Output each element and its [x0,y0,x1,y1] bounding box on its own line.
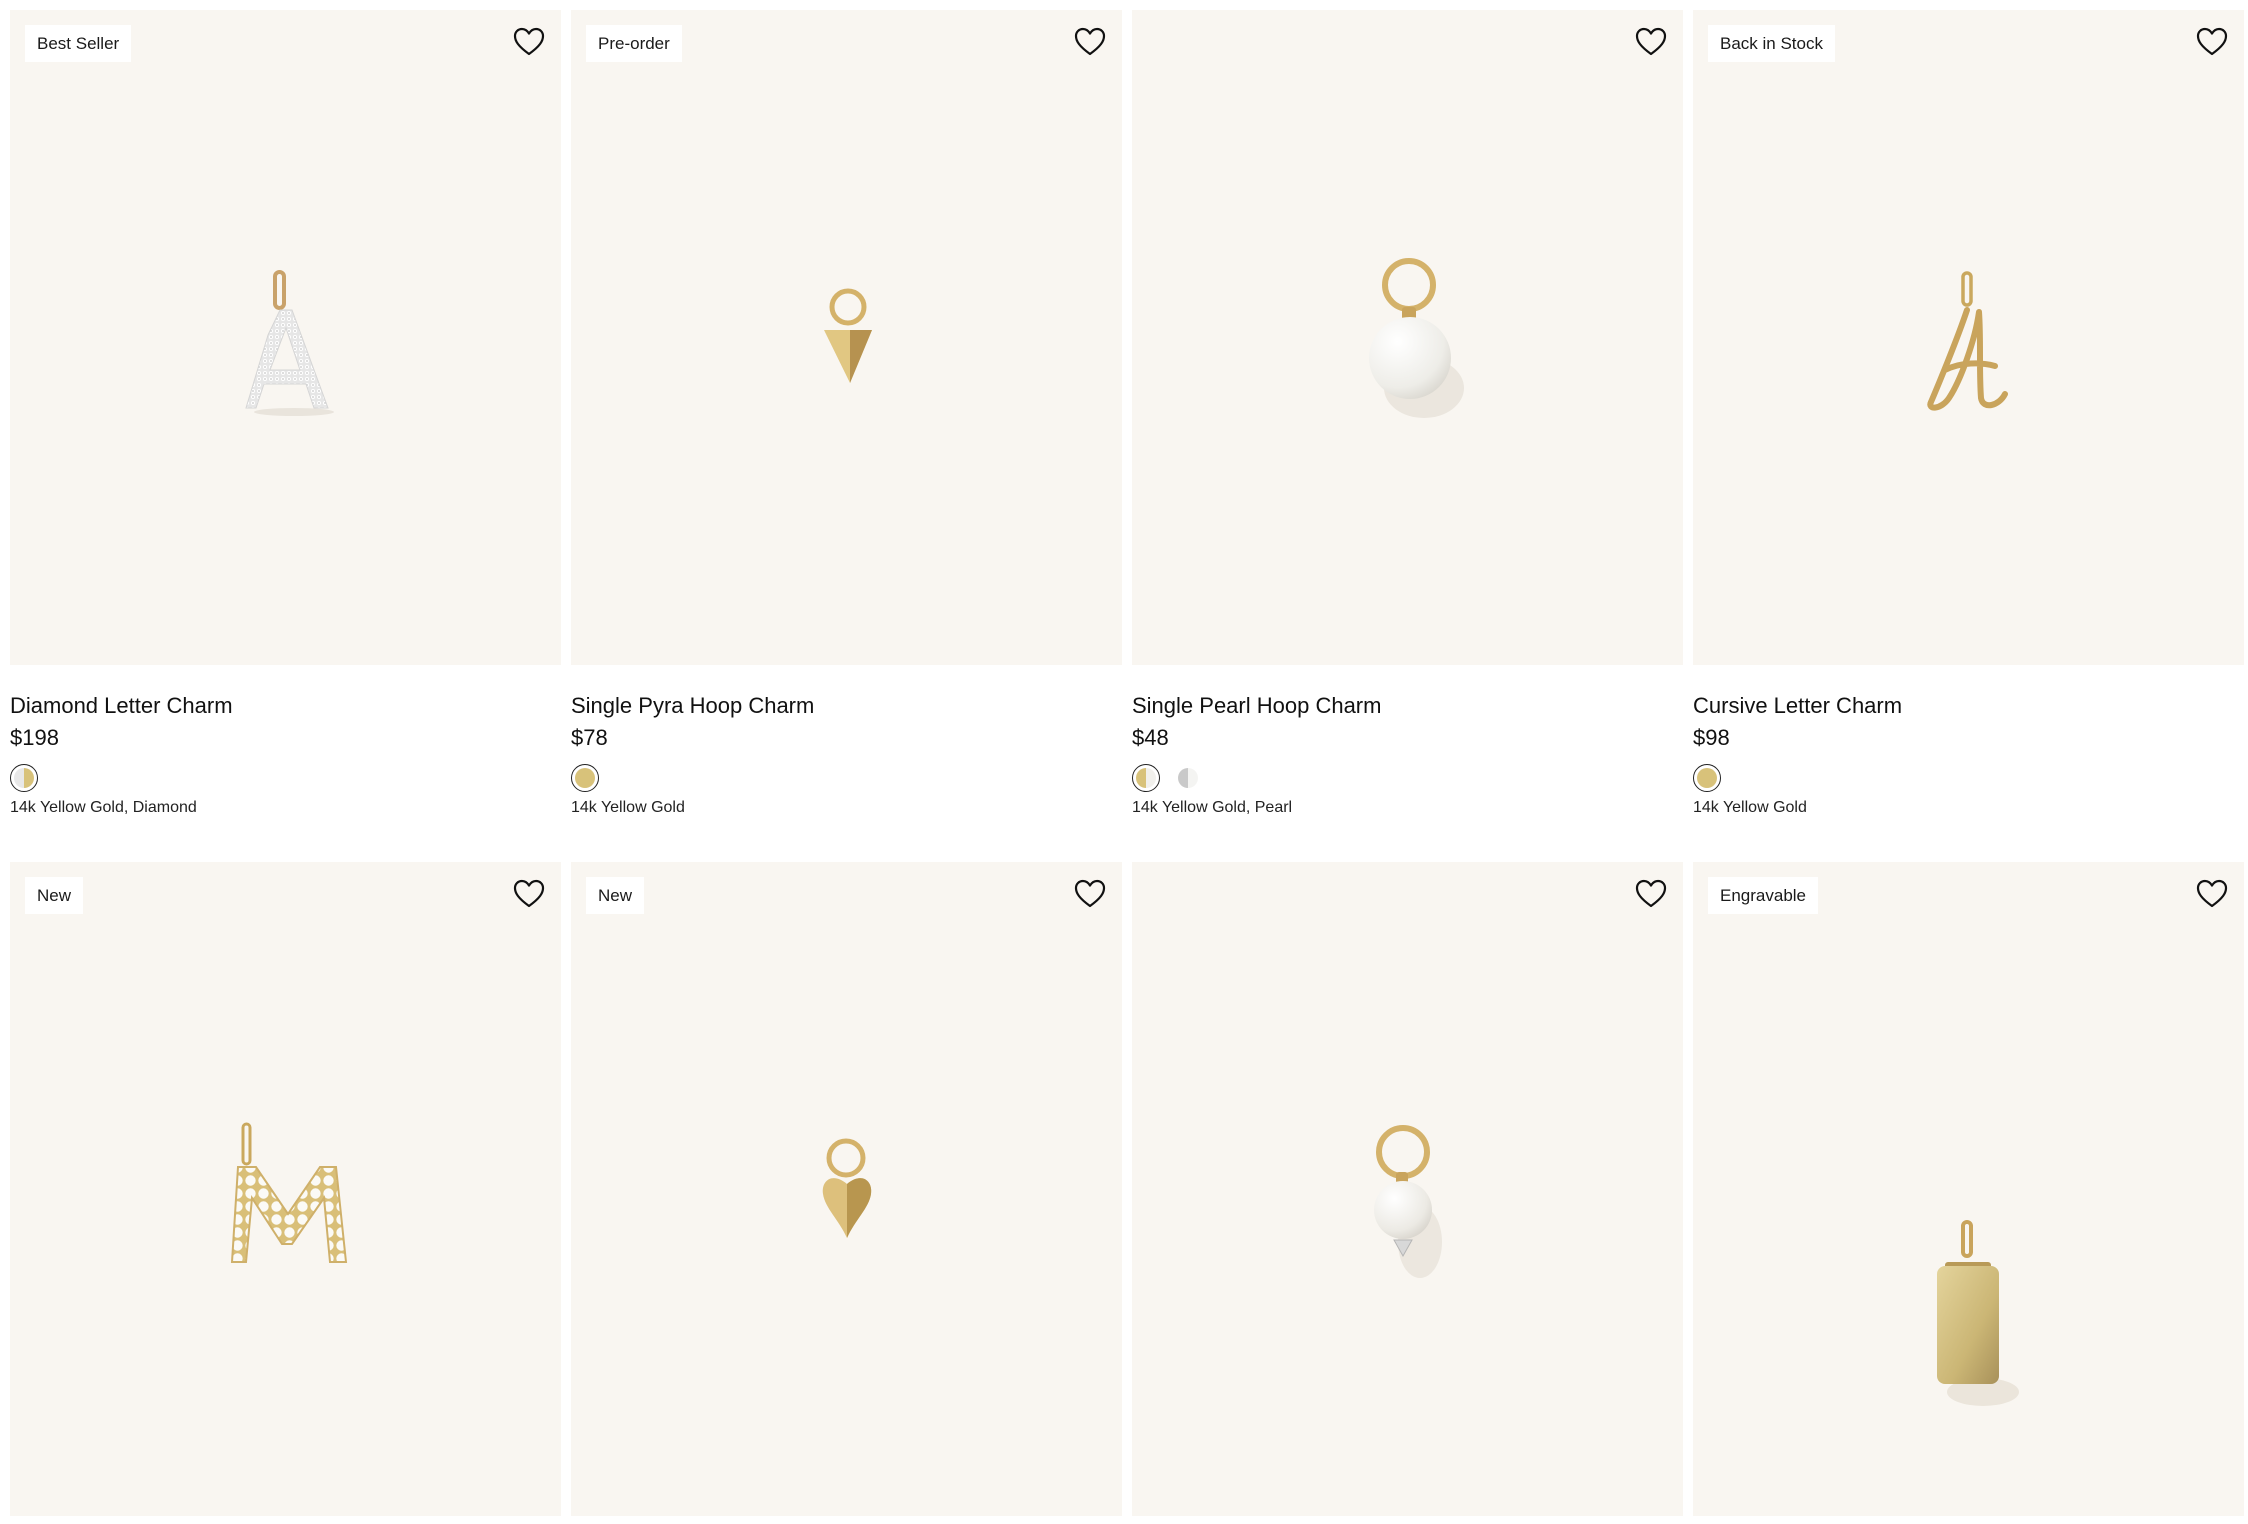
product-card[interactable]: New [10,862,561,1516]
swatch-group [1693,764,2244,792]
swatch-group [571,764,1122,792]
product-card[interactable]: New [571,862,1122,1516]
product-card[interactable]: Engravable [1693,862,2244,1516]
product-name[interactable]: Single Pyra Hoop Charm [571,692,1122,720]
product-name[interactable]: Single Pearl Hoop Charm [1132,692,1683,720]
color-swatch-gold-pearl[interactable] [1132,764,1160,792]
diamond-letter-a-charm [245,270,334,416]
product-material: 14k Yellow Gold, Pearl [1132,799,1293,816]
product-card[interactable]: Pre-order Single Pyra Hoop Charm $78 14k… [571,10,1122,818]
product-grid-row-2: New New Engravable [10,862,2244,1516]
product-material: 14k Yellow Gold, Diamond [10,799,197,816]
color-swatch-gold-diamond[interactable] [10,764,38,792]
product-name[interactable]: Cursive Letter Charm [1693,692,2244,720]
color-swatch-gold[interactable] [571,764,599,792]
product-card[interactable]: Back in Stock Cursive Letter Charm $98 1… [1693,10,2244,818]
color-swatch-silver-pearl[interactable] [1174,764,1202,792]
product-image[interactable]: New [10,862,561,1516]
product-price: $78 [571,725,608,750]
product-image[interactable] [1132,10,1683,665]
product-image[interactable] [1132,862,1683,1516]
product-price: $48 [1132,725,1169,750]
swatch-group [1132,764,1683,792]
product-card[interactable] [1132,862,1683,1516]
product-image[interactable]: Pre-order [571,10,1122,665]
product-image[interactable]: Engravable [1693,862,2244,1516]
product-name[interactable]: Diamond Letter Charm [10,692,561,720]
product-grid-row-1: Best Seller Diamond Letter Charm $198 14… [10,10,2244,818]
pearl-diamond-hoop-charm [1374,1125,1442,1278]
product-card[interactable]: Best Seller Diamond Letter Charm $198 14… [10,10,561,818]
heart-hoop-charm [822,1138,872,1238]
pearl-letter-m-charm [230,1122,348,1263]
product-material: 14k Yellow Gold [571,799,685,816]
product-image[interactable]: New [571,862,1122,1516]
gold-tag-charm [1937,1220,2019,1406]
product-material: 14k Yellow Gold [1693,799,1807,816]
cursive-letter-a-charm [1927,271,2008,411]
product-image[interactable]: Best Seller [10,10,561,665]
color-swatch-gold[interactable] [1693,764,1721,792]
product-price: $98 [1693,725,1730,750]
swatch-group [10,764,561,792]
product-card[interactable]: Single Pearl Hoop Charm $48 14k Yellow G… [1132,10,1683,818]
product-price: $198 [10,725,59,750]
product-image[interactable]: Back in Stock [1693,10,2244,665]
pyramid-hoop-charm [824,288,872,383]
pearl-hoop-charm [1369,258,1464,418]
